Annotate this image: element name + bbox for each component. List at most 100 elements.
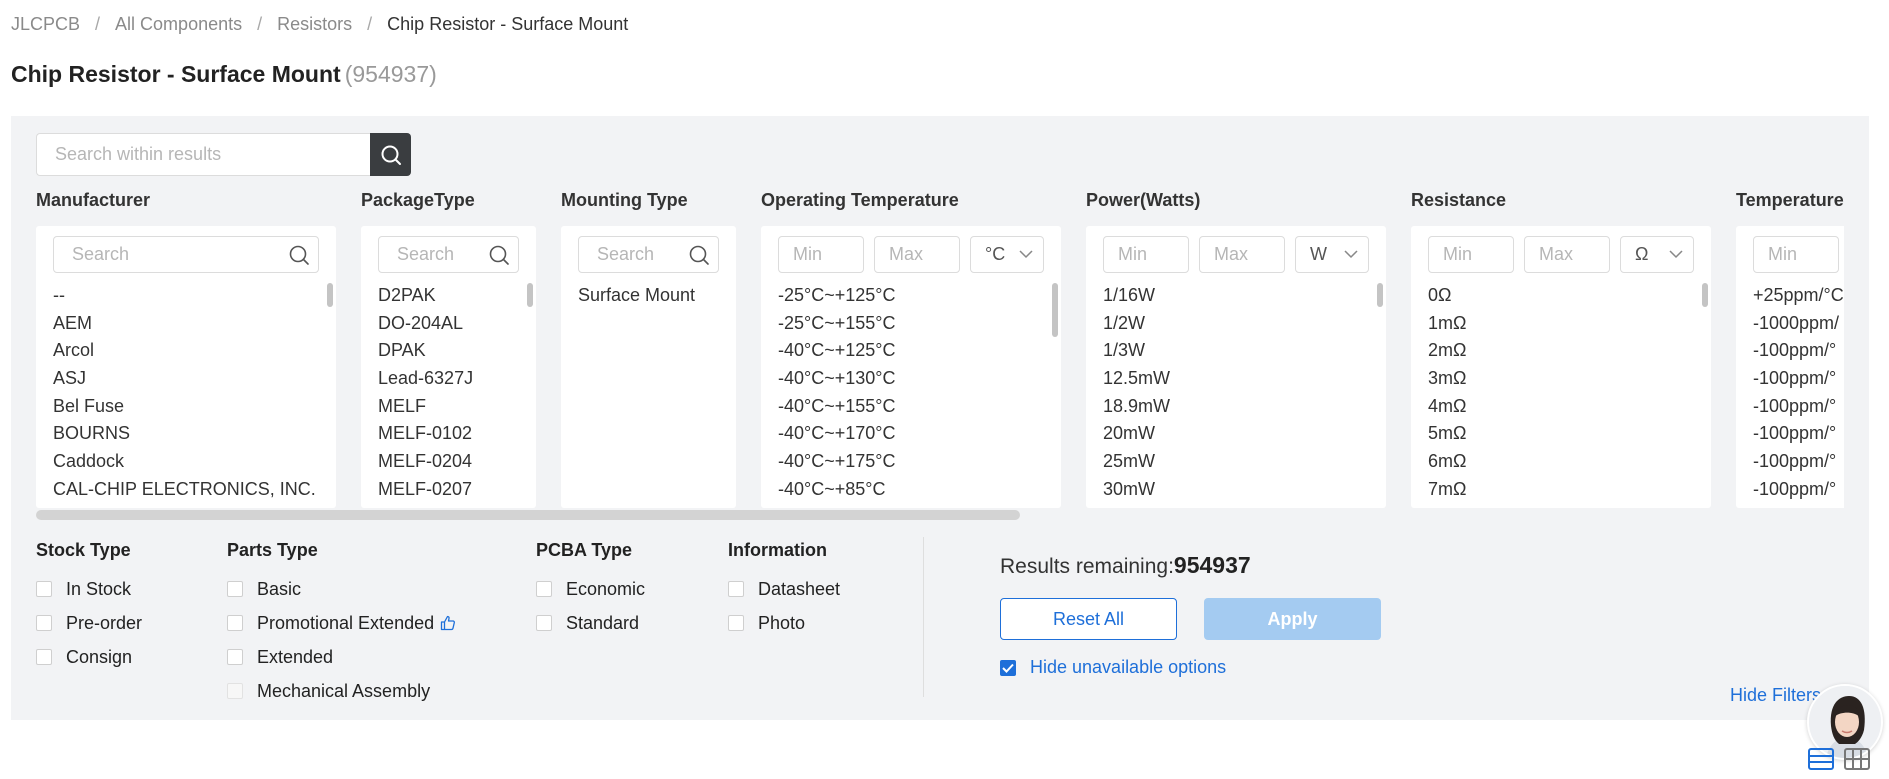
breadcrumb-resistors[interactable]: Resistors [277,14,352,35]
checkbox[interactable] [36,615,52,631]
filter-option[interactable]: -40°C~+155°C [778,393,1051,421]
filter-option[interactable]: 0Ω [1428,282,1701,310]
unit-select[interactable]: Ω [1620,236,1694,273]
resistance-scrollbar[interactable] [1702,283,1708,307]
filter-option[interactable]: MELF-0102 [378,420,526,448]
filter-option[interactable]: DO-204AL [378,310,526,338]
filter-option[interactable]: Bel Fuse [53,393,326,421]
filter-option[interactable]: 3mΩ [1428,365,1701,393]
min-input[interactable]: Min [1103,236,1189,273]
checkbox[interactable] [536,615,552,631]
filter-option[interactable]: 1/3W [1103,337,1376,365]
checkbox-economic[interactable]: Economic [536,572,645,606]
filter-option[interactable]: +25ppm/°C [1753,282,1844,310]
search-button[interactable] [370,133,411,176]
package-type-search-input[interactable]: Search [378,236,519,273]
checkbox[interactable] [227,581,243,597]
filter-option[interactable]: D2PAK [378,282,526,310]
filter-option[interactable]: -100ppm/° [1753,337,1844,365]
filter-option[interactable]: Caddock [53,448,326,476]
grid-view-icon[interactable] [1844,748,1870,775]
filter-option[interactable]: 12.5mW [1103,365,1376,393]
filter-option[interactable]: -100ppm/° [1753,420,1844,448]
checkbox[interactable] [227,683,243,699]
filter-option[interactable]: 1mΩ [1428,310,1701,338]
filter-option[interactable]: BOURNS [53,420,326,448]
filter-option[interactable]: -100ppm/° [1753,365,1844,393]
filter-option[interactable]: 30mW [1103,476,1376,504]
checkbox-consign[interactable]: Consign [36,640,142,674]
filter-option[interactable]: 4mΩ [1428,393,1701,421]
filter-option[interactable]: -- [53,282,326,310]
filter-option[interactable]: 1/2W [1103,310,1376,338]
checkbox[interactable] [536,581,552,597]
max-input[interactable]: Max [1524,236,1610,273]
filter-option[interactable]: 25mW [1103,448,1376,476]
filter-option[interactable]: Arcol [53,337,326,365]
max-input[interactable]: Max [1199,236,1285,273]
checkbox-basic[interactable]: Basic [227,572,456,606]
checkbox[interactable] [36,649,52,665]
filter-option[interactable]: Surface Mount [578,282,726,310]
filter-option[interactable]: -1000ppm/ [1753,310,1844,338]
breadcrumb-all-components[interactable]: All Components [115,14,242,35]
hide-unavailable-toggle[interactable]: Hide unavailable options [1000,657,1226,678]
checkbox-in-stock[interactable]: In Stock [36,572,142,606]
checkbox-mechanical-assembly[interactable]: Mechanical Assembly [227,674,456,708]
checkbox-standard[interactable]: Standard [536,606,645,640]
filter-option[interactable]: -25°C~+155°C [778,310,1051,338]
filter-option[interactable]: 7mΩ [1428,476,1701,504]
checkbox-promotional-extended[interactable]: Promotional Extended [227,606,456,640]
search-input[interactable] [36,133,370,176]
unit-select[interactable]: °C [970,236,1044,273]
filter-option[interactable]: 2mΩ [1428,337,1701,365]
filter-option[interactable]: 5mΩ [1428,420,1701,448]
filter-option[interactable]: 20mW [1103,420,1376,448]
max-input[interactable]: Max [874,236,960,273]
filter-option[interactable]: -40°C~+130°C [778,365,1051,393]
reset-all-button[interactable]: Reset All [1000,598,1177,640]
min-input[interactable]: Min [778,236,864,273]
filter-option[interactable]: -100ppm/° [1753,448,1844,476]
filter-option[interactable]: 18.9mW [1103,393,1376,421]
filter-option[interactable]: -100ppm/° [1753,393,1844,421]
checkbox-pre-order[interactable]: Pre-order [36,606,142,640]
filter-option[interactable]: MELF-0207 [378,476,526,504]
filter-option[interactable]: CAL-CHIP ELECTRONICS, INC. [53,476,326,504]
checkbox-checked[interactable] [1000,659,1016,676]
filter-option[interactable]: -40°C~+125°C [778,337,1051,365]
unit-select[interactable]: W [1295,236,1369,273]
filter-option[interactable]: -40°C~+85°C [778,476,1051,504]
breadcrumb-jlcpcb[interactable]: JLCPCB [11,14,80,35]
filter-option[interactable]: ASJ [53,365,326,393]
filter-option[interactable]: -40°C~+170°C [778,420,1051,448]
hide-filters-link[interactable]: Hide Filters [1730,685,1821,706]
power-scrollbar[interactable] [1377,283,1383,307]
apply-button[interactable]: Apply [1204,598,1381,640]
operating-temperature-scrollbar[interactable] [1052,283,1058,337]
filter-option[interactable]: AEM [53,310,326,338]
list-view-icon[interactable] [1808,748,1834,775]
filter-option[interactable]: -25°C~+125°C [778,282,1051,310]
checkbox[interactable] [728,615,744,631]
filter-option[interactable]: MELF-0204 [378,448,526,476]
horizontal-scrollbar[interactable] [36,510,1020,520]
checkbox-photo[interactable]: Photo [728,606,840,640]
manufacturer-search-input[interactable]: Search [53,236,319,273]
filter-option[interactable]: 6mΩ [1428,448,1701,476]
mounting-type-search-input[interactable]: Search [578,236,719,273]
filter-option[interactable]: Lead-6327J [378,365,526,393]
checkbox[interactable] [36,581,52,597]
checkbox-datasheet[interactable]: Datasheet [728,572,840,606]
package-type-scrollbar[interactable] [527,283,533,307]
manufacturer-scrollbar[interactable] [327,283,333,307]
min-input[interactable]: Min [1428,236,1514,273]
min-input[interactable]: Min [1753,236,1839,273]
checkbox[interactable] [227,649,243,665]
filter-option[interactable]: MELF [378,393,526,421]
filter-option[interactable]: DPAK [378,337,526,365]
filter-option[interactable]: 1/16W [1103,282,1376,310]
checkbox[interactable] [728,581,744,597]
filter-option[interactable]: -40°C~+175°C [778,448,1051,476]
filter-option[interactable]: -100ppm/° [1753,476,1844,504]
